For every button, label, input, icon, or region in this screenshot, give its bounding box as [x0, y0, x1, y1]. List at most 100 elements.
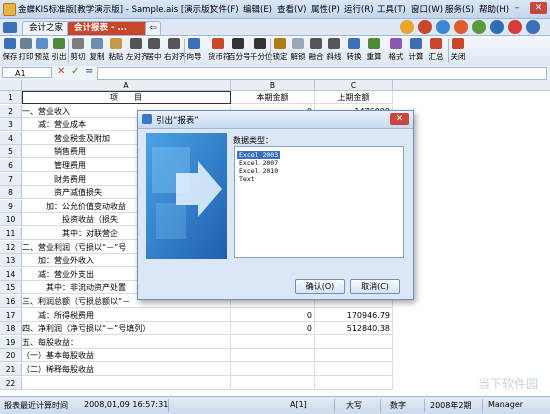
menu-service[interactable]: 服务(S)	[445, 3, 474, 15]
toolbar-currency-button[interactable]: 货币符	[208, 37, 231, 65]
cancel-edit-icon[interactable]: ✕	[57, 66, 65, 77]
cloud-icon[interactable]	[490, 20, 504, 34]
table-cell[interactable]: 0	[231, 322, 315, 336]
table-cell[interactable]: 512840.38	[315, 322, 393, 336]
table-cell[interactable]: （一）基本每股收益	[22, 349, 231, 363]
menu-file[interactable]: 文件(F)	[210, 3, 239, 15]
formula-input[interactable]	[97, 67, 547, 80]
row-number[interactable]: 1	[0, 91, 22, 104]
table-cell[interactable]	[231, 335, 315, 349]
message-icon[interactable]	[454, 20, 468, 34]
update-icon[interactable]	[508, 20, 522, 34]
table-cell[interactable]	[315, 363, 393, 376]
toolbar-unlock-button[interactable]: 解锁	[290, 37, 306, 65]
tab-accounting-report[interactable]: 会计报表 - ...	[67, 21, 152, 35]
table-cell[interactable]	[22, 376, 231, 390]
table-cell[interactable]	[315, 349, 393, 363]
cancel-button[interactable]: 取消(C)	[350, 279, 400, 294]
row-number[interactable]: 2	[0, 104, 22, 118]
menu-edit[interactable]: 编辑(E)	[243, 3, 272, 15]
menu-window[interactable]: 窗口(W)	[411, 3, 443, 15]
home-icon[interactable]	[3, 22, 17, 33]
table-cell[interactable]: 上期金额	[315, 91, 393, 104]
toolbar-print-button[interactable]: 打印	[18, 37, 34, 65]
table-cell[interactable]: 0	[231, 308, 315, 322]
toolbar-recalc-button[interactable]: 重算	[366, 37, 382, 65]
row-number[interactable]: 10	[0, 213, 22, 227]
kingdee-icon[interactable]	[436, 20, 450, 34]
row-number[interactable]: 20	[0, 349, 22, 363]
row-number[interactable]: 9	[0, 199, 22, 213]
option-excel-2007[interactable]: Excel 2007	[237, 159, 280, 167]
window-close-button[interactable]: ✕	[530, 2, 547, 14]
toolbar-lock-button[interactable]: 锁定	[272, 37, 288, 65]
column-header-b[interactable]: B	[231, 80, 315, 91]
toolbar-paste-button[interactable]: 粘贴	[108, 37, 124, 65]
row-number[interactable]: 3	[0, 118, 22, 132]
table-cell[interactable]	[315, 335, 393, 349]
row-number[interactable]: 4	[0, 131, 22, 145]
toolbar-wizard-button[interactable]: 向导	[186, 37, 202, 65]
toolbar-close-button[interactable]: 关闭	[450, 37, 466, 65]
row-number[interactable]: 12	[0, 240, 22, 254]
row-number[interactable]: 22	[0, 376, 22, 390]
toolbar-preview-button[interactable]: 预览	[34, 37, 50, 65]
row-number[interactable]: 7	[0, 172, 22, 186]
table-cell[interactable]: （二）稀释每股收益	[22, 363, 231, 376]
toolbar-diagonal-button[interactable]: 斜线	[326, 37, 342, 65]
table-cell[interactable]: 四、净利润（净亏损以“－”号填列）	[22, 322, 231, 336]
row-number[interactable]: 6	[0, 159, 22, 172]
favorite-icon[interactable]	[400, 20, 414, 34]
formula-icon[interactable]: =	[85, 66, 93, 77]
row-number[interactable]: 8	[0, 186, 22, 200]
menu-properties[interactable]: 属性(P)	[311, 3, 340, 15]
toolbar-format-button[interactable]: 格式	[388, 37, 404, 65]
column-header-a[interactable]: A	[22, 80, 231, 91]
confirm-edit-icon[interactable]: ✓	[71, 66, 79, 77]
dialog-close-button[interactable]: ✕	[390, 113, 409, 125]
table-cell[interactable]	[315, 376, 393, 390]
tab-back[interactable]: ⇦	[145, 21, 161, 35]
toolbar-convert-button[interactable]: 转换	[346, 37, 362, 65]
minimize-button[interactable]: –	[510, 2, 524, 14]
table-cell[interactable]: 五、每股收益：	[22, 335, 231, 349]
table-cell[interactable]: 本期金额	[231, 91, 315, 104]
toolbar-thousands-button[interactable]: 千分位	[250, 37, 273, 65]
toolbar-percent-button[interactable]: 百分号	[228, 37, 251, 65]
table-cell[interactable]: 减：所得税费用	[22, 308, 231, 322]
toolbar-merge-button[interactable]: 融合	[308, 37, 324, 65]
toolbar-align-right-button[interactable]: 右对齐	[164, 37, 187, 65]
menu-help[interactable]: 帮助(H)	[479, 3, 509, 15]
toolbar-save-button[interactable]: 保存	[2, 37, 18, 65]
option-excel-2003[interactable]: Excel 2003	[237, 151, 281, 159]
row-number[interactable]: 13	[0, 254, 22, 268]
row-number[interactable]: 11	[0, 227, 22, 240]
corner-header[interactable]	[0, 80, 22, 91]
column-header-c[interactable]: C	[315, 80, 393, 91]
row-number[interactable]: 5	[0, 145, 22, 159]
row-number[interactable]: 18	[0, 322, 22, 336]
toolbar-calculate-button[interactable]: 计算	[408, 37, 424, 65]
table-cell[interactable]: 170946.79	[315, 308, 393, 322]
toolbar-cut-button[interactable]: 剪切	[70, 37, 86, 65]
option-text[interactable]: Text	[237, 175, 257, 183]
row-number[interactable]: 15	[0, 281, 22, 295]
row-number[interactable]: 21	[0, 363, 22, 376]
cell-reference-input[interactable]: A1	[2, 67, 52, 78]
table-cell[interactable]	[231, 363, 315, 376]
option-excel-2010[interactable]: Excel 2010	[237, 167, 280, 175]
toolbar-align-left-button[interactable]: 左对齐	[126, 37, 149, 65]
data-type-list[interactable]: Excel 2003 Excel 2007 Excel 2010 Text	[234, 146, 404, 258]
toolbar-align-center-button[interactable]: 居中	[146, 37, 162, 65]
row-number[interactable]: 14	[0, 267, 22, 281]
toolbar-export-button[interactable]: 引出	[51, 37, 67, 65]
menu-run[interactable]: 运行(R)	[344, 3, 374, 15]
confirm-button[interactable]: 确认(O)	[295, 279, 345, 294]
notification-icon[interactable]	[418, 20, 432, 34]
table-cell[interactable]	[231, 376, 315, 390]
row-number[interactable]: 16	[0, 295, 22, 308]
row-number[interactable]: 19	[0, 335, 22, 349]
table-cell[interactable]	[231, 349, 315, 363]
online-service-icon[interactable]	[472, 20, 486, 34]
menu-view[interactable]: 查看(V)	[277, 3, 306, 15]
